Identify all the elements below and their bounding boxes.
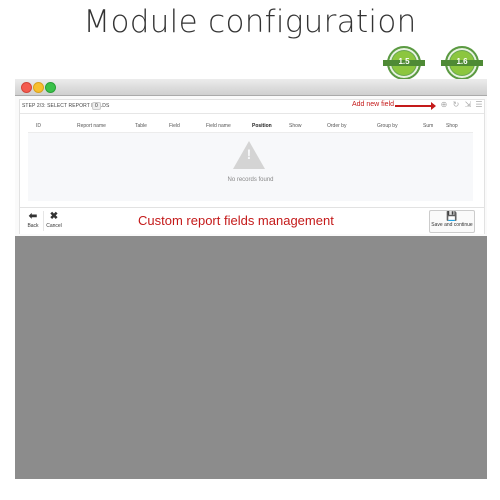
app-window: STEP 2/3: SELECT REPORT FIELDS 0 Add new… [15, 79, 487, 479]
page-headline: Module configuration [83, 4, 417, 40]
column-header-show[interactable]: Show [289, 123, 302, 129]
cancel-button[interactable]: ✖ Cancel [43, 211, 64, 231]
save-icon: 💾 [446, 211, 458, 221]
back-label: Back [27, 223, 39, 229]
column-header-position[interactable]: Position [252, 123, 272, 129]
save-and-continue-button[interactable]: 💾 Save and continue [429, 210, 475, 233]
save-label: Save and continue [431, 222, 473, 228]
record-count-badge: 0 [92, 102, 101, 110]
back-button[interactable]: ⬅ Back [23, 211, 43, 231]
column-header-group-by[interactable]: Group by [377, 123, 398, 129]
sql-icon[interactable]: ☰ [475, 101, 483, 109]
report-fields-panel: STEP 2/3: SELECT REPORT FIELDS 0 Add new… [19, 99, 485, 234]
column-header-table[interactable]: Table [135, 123, 147, 129]
maximize-window-button[interactable] [45, 82, 56, 93]
admin-content: STEP 2/3: SELECT REPORT FIELDS 0 Add new… [15, 96, 487, 236]
cancel-label: Cancel [46, 223, 62, 229]
custom-report-annotation: Custom report fields management [138, 213, 334, 228]
export-icon[interactable]: ⇲ [464, 101, 472, 109]
window-titlebar [15, 79, 487, 96]
prestashop-badge-1-6: 1.6 [441, 46, 483, 80]
add-new-field-annotation: Add new field [352, 101, 395, 108]
prestashop-badge-1-5: 1.5 [383, 46, 425, 80]
column-header-field-name[interactable]: Field name [206, 123, 231, 129]
arrow-right-icon [395, 102, 436, 110]
add-icon[interactable]: ⊕ [440, 101, 448, 109]
refresh-icon[interactable]: ↻ [452, 101, 460, 109]
panel-footer: ⬅ Back ✖ Cancel Custom report fields man… [20, 207, 484, 234]
arrow-left-circle-icon: ⬅ [28, 211, 38, 222]
column-header-report-name[interactable]: Report name [77, 123, 106, 129]
close-icon: ✖ [49, 211, 59, 222]
empty-table-area: ! No records found [28, 132, 473, 201]
column-header-shop[interactable]: Shop [446, 123, 458, 129]
badge-version: 1.5 [398, 57, 410, 66]
warning-exclamation-icon: ! [246, 146, 252, 162]
badge-version: 1.6 [456, 57, 468, 66]
no-records-message: No records found [227, 177, 274, 183]
column-header-field[interactable]: Field [169, 123, 180, 129]
column-header-id[interactable]: ID [36, 123, 41, 129]
minimize-window-button[interactable] [33, 82, 44, 93]
close-window-button[interactable] [21, 82, 32, 93]
column-header-sum[interactable]: Sum [423, 123, 433, 129]
panel-divider [20, 113, 484, 114]
column-header-order-by[interactable]: Order by [327, 123, 346, 129]
